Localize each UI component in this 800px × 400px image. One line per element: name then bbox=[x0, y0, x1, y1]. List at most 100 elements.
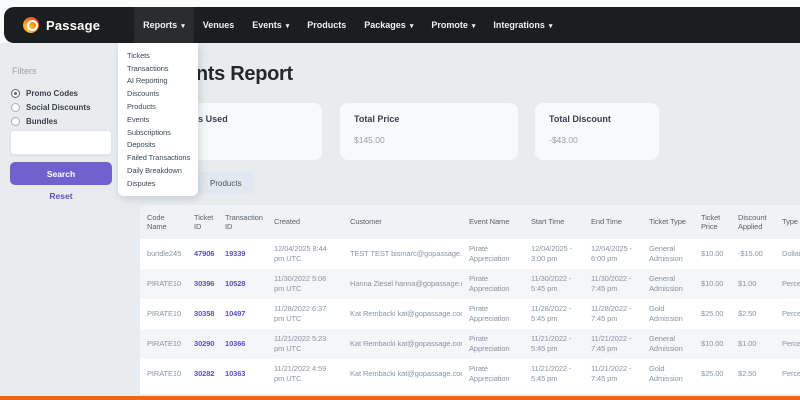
reports-menu-item-products[interactable]: Products bbox=[118, 100, 198, 113]
cell-code: PIRATE10 bbox=[147, 339, 182, 349]
app-root: Passage Reports ▾ Venues Events ▾ Products Pac… bbox=[0, 0, 800, 400]
cell-price: $10.00 bbox=[701, 339, 724, 349]
cell-customer: Hanna Ziesel hanna@gopassage.com bbox=[350, 279, 462, 289]
cell-ticket-id[interactable]: 30358 bbox=[187, 299, 218, 329]
cell-transaction-id[interactable]: 10363 bbox=[218, 359, 267, 389]
summary-card-label: Total Price bbox=[354, 114, 400, 124]
column-header-ticket-id: Ticket ID bbox=[187, 205, 218, 239]
cell-ticket-type: Gold Admission bbox=[649, 304, 683, 323]
cell-discount: $1.00 bbox=[738, 339, 757, 349]
cell-type: Percentage bbox=[782, 339, 800, 349]
chevron-down-icon: ▾ bbox=[471, 22, 476, 30]
radio-icon bbox=[11, 88, 20, 98]
nav-item-label: Promote bbox=[431, 20, 468, 30]
table-row: PIRATE10 30282 10363 11/21/2022 4:59 pm UTC… bbox=[140, 359, 800, 389]
reports-menu-item-failed-transactions[interactable]: Failed Transactions bbox=[118, 151, 198, 164]
column-header-code-name: Code Name bbox=[140, 205, 187, 239]
nav-item-label: Products bbox=[307, 20, 347, 30]
cell-transaction-id[interactable]: 10497 bbox=[218, 299, 267, 329]
cell-created: 11/28/2022 6:37 pm UTC bbox=[274, 304, 327, 323]
cell-event: Pirate Appreciation bbox=[469, 304, 510, 323]
reports-menu-item-subscriptions[interactable]: Subscriptions bbox=[118, 126, 198, 139]
cell-transaction-id[interactable]: 10528 bbox=[218, 269, 267, 299]
filter-option-promo-codes[interactable]: Promo Codes bbox=[11, 86, 90, 100]
column-header-ticket-price: Ticket Price bbox=[694, 205, 731, 239]
cell-ticket-type: Gold Admission bbox=[649, 364, 683, 383]
cell-start: 11/30/2022 - 5:45 pm bbox=[531, 274, 572, 293]
filter-options: Promo Codes Social Discounts Bundles bbox=[11, 86, 90, 128]
reset-link[interactable]: Reset bbox=[0, 191, 122, 201]
column-header-end-time: End Time bbox=[584, 205, 642, 239]
nav-item-label: Reports bbox=[143, 20, 178, 30]
cell-event: Pirate Appreciation bbox=[469, 244, 510, 263]
cell-price: $25.00 bbox=[701, 309, 724, 319]
cell-event: Pirate Appreciation bbox=[469, 364, 510, 383]
table-row: bundle245 47906 19339 12/04/2025 8:44 pm UT… bbox=[140, 239, 800, 269]
nav-item-label: Venues bbox=[202, 20, 235, 30]
radio-icon bbox=[11, 102, 20, 112]
nav-item-events[interactable]: Events ▾ bbox=[243, 7, 298, 43]
cell-customer: Kat Rembacki kat@gopassage.com bbox=[350, 369, 462, 379]
reports-menu-item-discounts[interactable]: Discounts bbox=[118, 87, 198, 100]
brand-logo[interactable]: Passage bbox=[23, 17, 100, 33]
cell-discount: $1.00 bbox=[738, 279, 757, 289]
cell-end: 11/21/2022 - 7:45 pm bbox=[591, 334, 632, 353]
column-header-customer: Customer bbox=[343, 205, 462, 239]
cell-ticket-id[interactable]: 47906 bbox=[187, 239, 218, 269]
brand-name: Passage bbox=[46, 17, 101, 33]
cell-ticket-id[interactable]: 30396 bbox=[187, 269, 218, 299]
nav-item-integrations[interactable]: Integrations ▾ bbox=[484, 7, 561, 43]
filter-option-social-discounts[interactable]: Social Discounts bbox=[11, 100, 90, 114]
cell-end: 11/28/2022 - 7:45 pm bbox=[591, 304, 632, 323]
cell-ticket-id[interactable]: 30290 bbox=[187, 329, 218, 359]
nav-item-label: Integrations bbox=[493, 20, 545, 30]
table-header: Code Name Ticket ID Transaction ID Created C… bbox=[140, 205, 800, 239]
cell-discount: $2.50 bbox=[738, 309, 757, 319]
reports-dropdown-menu: Tickets Transactions AI Reporting Discounts… bbox=[118, 43, 198, 196]
filter-option-label: Social Discounts bbox=[26, 102, 91, 112]
nav-item-promote[interactable]: Promote ▾ bbox=[422, 7, 484, 43]
chevron-down-icon: ▾ bbox=[409, 22, 414, 30]
cell-end: 11/21/2022 - 7:45 pm bbox=[591, 364, 632, 383]
bottom-accent-bar bbox=[0, 396, 800, 400]
passage-logo-icon bbox=[23, 17, 39, 33]
discounts-table: Code Name Ticket ID Transaction ID Created C… bbox=[140, 205, 800, 389]
search-input[interactable] bbox=[10, 130, 112, 155]
cell-type: Percentage bbox=[782, 369, 800, 379]
reports-menu-item-tickets[interactable]: Tickets bbox=[118, 49, 198, 62]
reports-menu-item-disputes[interactable]: Disputes bbox=[118, 177, 198, 190]
column-header-created: Created bbox=[267, 205, 343, 239]
column-header-event-name: Event Name bbox=[462, 205, 524, 239]
cell-ticket-type: General Admission bbox=[649, 274, 683, 293]
cell-code: PIRATE10 bbox=[147, 369, 182, 379]
search-button[interactable]: Search bbox=[10, 162, 112, 185]
reports-menu-item-transactions[interactable]: Transactions bbox=[118, 62, 198, 75]
cell-transaction-id[interactable]: 19339 bbox=[218, 239, 267, 269]
column-header-transaction-id: Transaction ID bbox=[218, 205, 267, 239]
cell-customer: Kat Rembacki kat@gopassage.com bbox=[350, 309, 462, 319]
cell-type: Percentage bbox=[782, 309, 800, 319]
reports-menu-item-deposits[interactable]: Deposits bbox=[118, 139, 198, 152]
summary-card-label: Total Discount bbox=[549, 114, 611, 124]
nav-item-venues[interactable]: Venues bbox=[194, 7, 244, 43]
tab-products[interactable]: Products bbox=[198, 172, 254, 194]
cell-end: 12/04/2025 - 6:00 pm bbox=[591, 244, 632, 263]
cell-event: Pirate Appreciation bbox=[469, 334, 510, 353]
filters-heading: Filters bbox=[12, 66, 37, 76]
reports-menu-item-events[interactable]: Events bbox=[118, 113, 198, 126]
summary-card-total-discount: Total Discount -$43.00 bbox=[535, 103, 659, 160]
cell-ticket-id[interactable]: 30282 bbox=[187, 359, 218, 389]
cell-transaction-id[interactable]: 10366 bbox=[218, 329, 267, 359]
nav-item-reports[interactable]: Reports ▾ bbox=[134, 7, 194, 43]
cell-customer: TEST TEST bismarc@gopassage.com bbox=[350, 249, 462, 259]
reports-menu-item-ai-reporting[interactable]: AI Reporting bbox=[118, 75, 198, 88]
filter-option-bundles[interactable]: Bundles bbox=[11, 114, 90, 128]
cell-code: PIRATE10 bbox=[147, 309, 182, 319]
nav-item-products[interactable]: Products bbox=[298, 7, 355, 43]
cell-start: 11/21/2022 - 5:45 pm bbox=[531, 334, 572, 353]
filter-option-label: Bundles bbox=[26, 116, 58, 126]
cell-created: 11/21/2022 4:59 pm UTC bbox=[274, 364, 327, 383]
cell-type: Dollar bbox=[782, 249, 800, 259]
nav-item-packages[interactable]: Packages ▾ bbox=[355, 7, 422, 43]
reports-menu-item-daily-breakdown[interactable]: Daily Breakdown bbox=[118, 164, 198, 177]
